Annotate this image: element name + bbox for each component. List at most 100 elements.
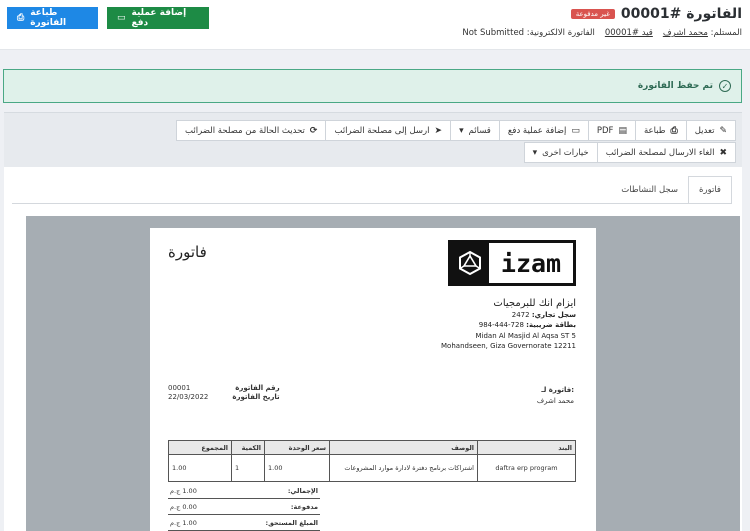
tax-value: 984-444-728 (478, 321, 524, 330)
cell-total: 1.00 (168, 454, 232, 482)
send-tax-label: ارسل إلى مصلحة الضرائب (334, 125, 430, 136)
totals-row-paid: مدفوعة: 0.00 ج.م (168, 499, 320, 515)
cr-label: سجل تجاري: (531, 311, 576, 319)
table-row: daftra erp program اشتراكات برنامج دفترة… (168, 454, 576, 482)
send-tax-button[interactable]: ➤ ارسل إلى مصلحة الضرائب (325, 120, 452, 141)
cancel-send-label: الغاء الارسال لمصلحة الضرائب (605, 147, 715, 158)
success-alert: تم حفظ الفاتورة ✓ (3, 69, 742, 103)
einvoice: الفاتورة الالكترونية: Not Submitted (462, 28, 594, 38)
subtotal-value: 1.00 ج.م (170, 486, 197, 495)
pdf-label: PDF (596, 125, 614, 136)
einvoice-label: الفاتورة الالكترونية: (526, 28, 595, 38)
edit-label: تعديل (694, 125, 715, 136)
edit-button[interactable]: ✎ تعديل (685, 120, 736, 141)
logo-mark-icon (451, 243, 489, 283)
toolbar-row-2: ✖ الغاء الارسال لمصلحة الضرائب خيارات اخرى… (523, 142, 736, 163)
printer-icon: ⎙ (17, 13, 25, 23)
refresh-status-icon: ⟳ (309, 125, 318, 136)
invoice-meta-line: المستلم: محمد اشرف قيد #00001 الفاتورة ا… (462, 28, 742, 38)
more-options-label: خيارات اخرى (542, 147, 589, 158)
title-wrap: غير مدفوعة الفاتورة #00001 (570, 6, 742, 22)
edit-icon: ✎ (719, 125, 727, 136)
print-label: طباعة (643, 125, 666, 136)
toolbar-row-1: ✎ تعديل ⎙ طباعة ▤ PDF ▭ إضافة عملية دفع قسائم ▾ ➤ ا… (176, 120, 736, 141)
col-unit-price: سعر الوحدة (264, 440, 330, 455)
tab-activity-log[interactable]: سجل النشاطات (611, 176, 688, 203)
actions-toolbar: ✎ تعديل ⎙ طباعة ▤ PDF ▭ إضافة عملية دفع قسائم ▾ ➤ ا… (4, 112, 742, 167)
paid-label: مدفوعة: (290, 502, 318, 511)
tax-card: بطاقة ضريبية: 984-444-728 (441, 320, 576, 330)
totals-row-due: المبلغ المستحق: 1.00 ج.م (168, 515, 320, 531)
vouchers-label: قسائم (468, 125, 491, 136)
print-icon: ⎙ (670, 125, 678, 136)
invoice-preview: فاتورة izam ايزام انك للبرمجيات سجل تجار… (26, 216, 740, 531)
invoice-number-date: 00001 22/03/2022 رقم الفاتورة تاريخ الفا… (168, 384, 280, 402)
recipient-label: المستلم: (710, 28, 742, 38)
tab-divider (12, 203, 732, 204)
address-line-2: Mohandseen, Giza Governorate 12211 (441, 341, 576, 350)
caret-down-icon: ▾ (459, 125, 464, 136)
table-header-row: البند الوصف سعر الوحدة الكمية المجموع (168, 440, 576, 455)
invoice-number-label: رقم الفاتورة (235, 384, 280, 392)
cancel-send-button[interactable]: ✖ الغاء الارسال لمصلحة الضرائب (596, 142, 736, 163)
card-icon: ▭ (117, 13, 126, 23)
due-value: 1.00 ج.م (170, 518, 197, 527)
recipient-link[interactable]: محمد اشرف (663, 28, 708, 38)
tax-label: بطاقة ضريبية: (526, 321, 576, 330)
pdf-icon: ▤ (618, 125, 627, 136)
cr-value: 2472 (511, 311, 530, 319)
send-tax-icon: ➤ (434, 125, 443, 136)
invoice-number-value: 00001 (168, 384, 191, 392)
caret-down-icon: ▾ (532, 147, 538, 158)
print-invoice-label: طباعة الفاتورة (30, 8, 67, 28)
more-options-button[interactable]: خيارات اخرى ▾ (523, 142, 598, 163)
col-total: المجموع (168, 440, 232, 455)
add-payment-label: إضافة عملية دفع (507, 125, 567, 136)
address-line-1: Midan Al Masjid Al Aqsa ST 5 (475, 331, 577, 340)
tab-bar: فاتورة سجل النشاطات (611, 176, 732, 203)
line-items-table: البند الوصف سعر الوحدة الكمية المجموع da… (168, 440, 576, 482)
col-quantity: الكمية (231, 440, 265, 455)
subtotal-label: الإجمالي: (287, 486, 318, 495)
vouchers-button[interactable]: قسائم ▾ (450, 120, 500, 141)
entry-link[interactable]: قيد #00001 (605, 28, 653, 38)
col-item: البند (477, 440, 576, 455)
einvoice-status: Not Submitted (462, 28, 525, 38)
invoice-date-value: 22/03/2022 (168, 393, 209, 401)
bill-to-label: فاتورة لـ: (541, 386, 574, 394)
logo-text: izam (500, 248, 562, 278)
invoice-paper: فاتورة izam ايزام انك للبرمجيات سجل تجار… (150, 228, 596, 531)
cell-description: اشتراكات برنامج دفترة لادارة موارد المشر… (329, 454, 478, 482)
paid-value: 0.00 ج.م (170, 502, 197, 511)
cell-quantity: 1 (231, 454, 265, 482)
page-header: غير مدفوعة الفاتورة #00001 المستلم: محمد… (0, 0, 750, 50)
alert-message: تم حفظ الفاتورة (637, 81, 713, 91)
add-payment-button[interactable]: ▭ إضافة عملية دفع (107, 7, 209, 29)
check-circle-icon: ✓ (719, 80, 731, 92)
content-panel: فاتورة سجل النشاطات فاتورة izam ايزام ان… (4, 167, 742, 531)
print-invoice-button[interactable]: ⎙ طباعة الفاتورة (7, 7, 98, 29)
totals-row-subtotal: الإجمالي: 1.00 ج.م (168, 483, 320, 499)
add-payment-button[interactable]: ▭ إضافة عملية دفع (498, 120, 589, 141)
print-button[interactable]: ⎙ طباعة (634, 120, 687, 141)
invoice-meta-keys: رقم الفاتورة تاريخ الفاتورة (232, 384, 279, 402)
totals-box: الإجمالي: 1.00 ج.م مدفوعة: 0.00 ج.م المب… (168, 483, 320, 531)
status-badge: غير مدفوعة (570, 9, 615, 19)
add-payment-icon: ▭ (571, 125, 580, 136)
refresh-status-label: تحديث الحالة من مصلحة الضرائب (185, 125, 305, 136)
bill-to-name: محمد اشرف (536, 397, 574, 405)
commercial-register: سجل تجاري: 2472 (441, 310, 576, 320)
page-title: الفاتورة #00001 (620, 6, 742, 22)
add-payment-label: إضافة عملية دفع (131, 8, 187, 28)
recipient: المستلم: محمد اشرف (663, 28, 742, 38)
company-logo: izam (448, 240, 576, 286)
due-label: المبلغ المستحق: (265, 518, 318, 527)
pdf-button[interactable]: ▤ PDF (587, 120, 636, 141)
cell-item: daftra erp program (477, 454, 576, 482)
invoice-date-label: تاريخ الفاتورة (232, 393, 280, 401)
tab-invoice[interactable]: فاتورة (688, 176, 732, 203)
refresh-status-button[interactable]: ⟳ تحديث الحالة من مصلحة الضرائب (176, 120, 327, 141)
company-name: ايزام انك للبرمجيات (493, 298, 576, 309)
invoice-doc-title: فاتورة (168, 243, 207, 261)
cell-unit-price: 1.00 (264, 454, 330, 482)
